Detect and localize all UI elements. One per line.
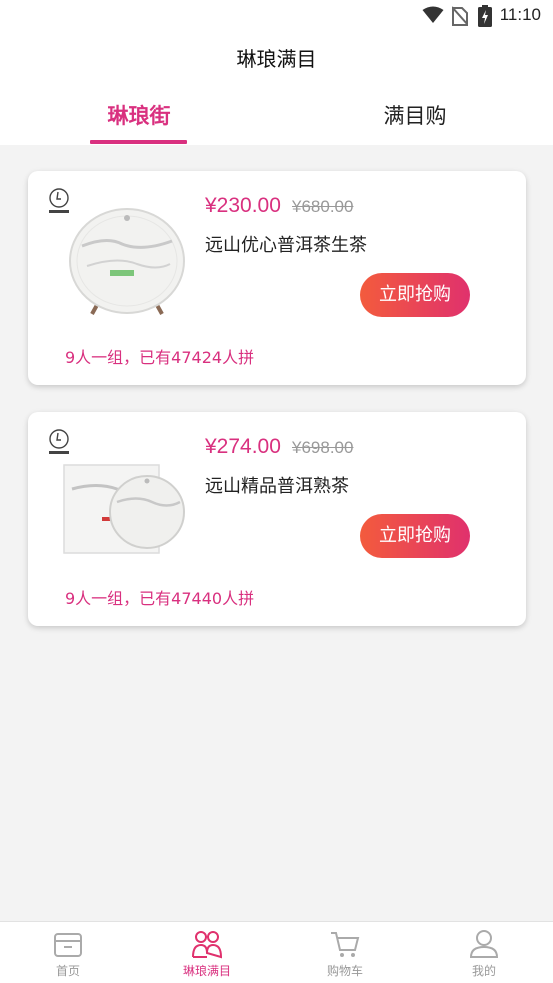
home-box-icon <box>54 933 82 957</box>
tabbar-label: 我的 <box>471 964 496 978</box>
tabbar-label: 首页 <box>55 964 80 978</box>
group-people-icon <box>192 931 222 959</box>
tabbar-item-linlang[interactable]: 琳琅满目 <box>147 922 267 983</box>
tabbar-label: 购物车 <box>326 964 363 978</box>
wifi-icon <box>422 6 444 23</box>
user-icon <box>469 930 499 958</box>
bottom-tab-bar: 首页 琳琅满目 购物车 我的 <box>0 921 553 983</box>
battery-icon <box>478 5 492 27</box>
tabbar-item-profile[interactable]: 我的 <box>424 922 544 983</box>
product-card[interactable]: ¥230.00 ¥680.00 远山优心普洱茶生茶 立即抢购 9人一组，已有47… <box>28 171 526 385</box>
product-price: ¥274.00 <box>205 435 281 458</box>
tab-linlang-street[interactable]: 琳琅街 <box>64 100 214 130</box>
product-name[interactable]: 远山优心普洱茶生茶 <box>205 231 367 257</box>
product-original-price: ¥680.00 <box>292 197 354 216</box>
tab-manmu-buy[interactable]: 满目购 <box>340 100 490 130</box>
buy-now-button[interactable]: 立即抢购 <box>360 273 470 317</box>
page-title: 琳琅满目 <box>236 47 317 71</box>
group-buy-info: 9人一组，已有47424人拼 <box>65 348 255 367</box>
cart-icon <box>331 932 360 957</box>
status-bar: 11:10 <box>0 0 553 32</box>
top-bar: 11:10 琳琅满目 琳琅街 满目购 <box>0 0 553 145</box>
status-time: 11:10 <box>499 5 541 24</box>
product-name[interactable]: 远山精品普洱熟茶 <box>205 472 349 498</box>
product-price: ¥230.00 <box>205 194 281 217</box>
tabbar-item-cart[interactable]: 购物车 <box>285 922 405 983</box>
tabbar-item-home[interactable]: 首页 <box>8 922 128 983</box>
no-sim-icon <box>452 6 468 26</box>
buy-now-button[interactable]: 立即抢购 <box>360 514 470 558</box>
product-image <box>63 464 185 554</box>
active-tab-indicator <box>90 140 187 144</box>
product-image <box>69 208 185 315</box>
tabbar-label: 琳琅满目 <box>182 964 231 978</box>
group-buy-info: 9人一组，已有47440人拼 <box>65 589 255 608</box>
product-card[interactable]: ¥274.00 ¥698.00 远山精品普洱熟茶 立即抢购 9人一组，已有474… <box>28 412 526 626</box>
product-original-price: ¥698.00 <box>292 438 354 457</box>
